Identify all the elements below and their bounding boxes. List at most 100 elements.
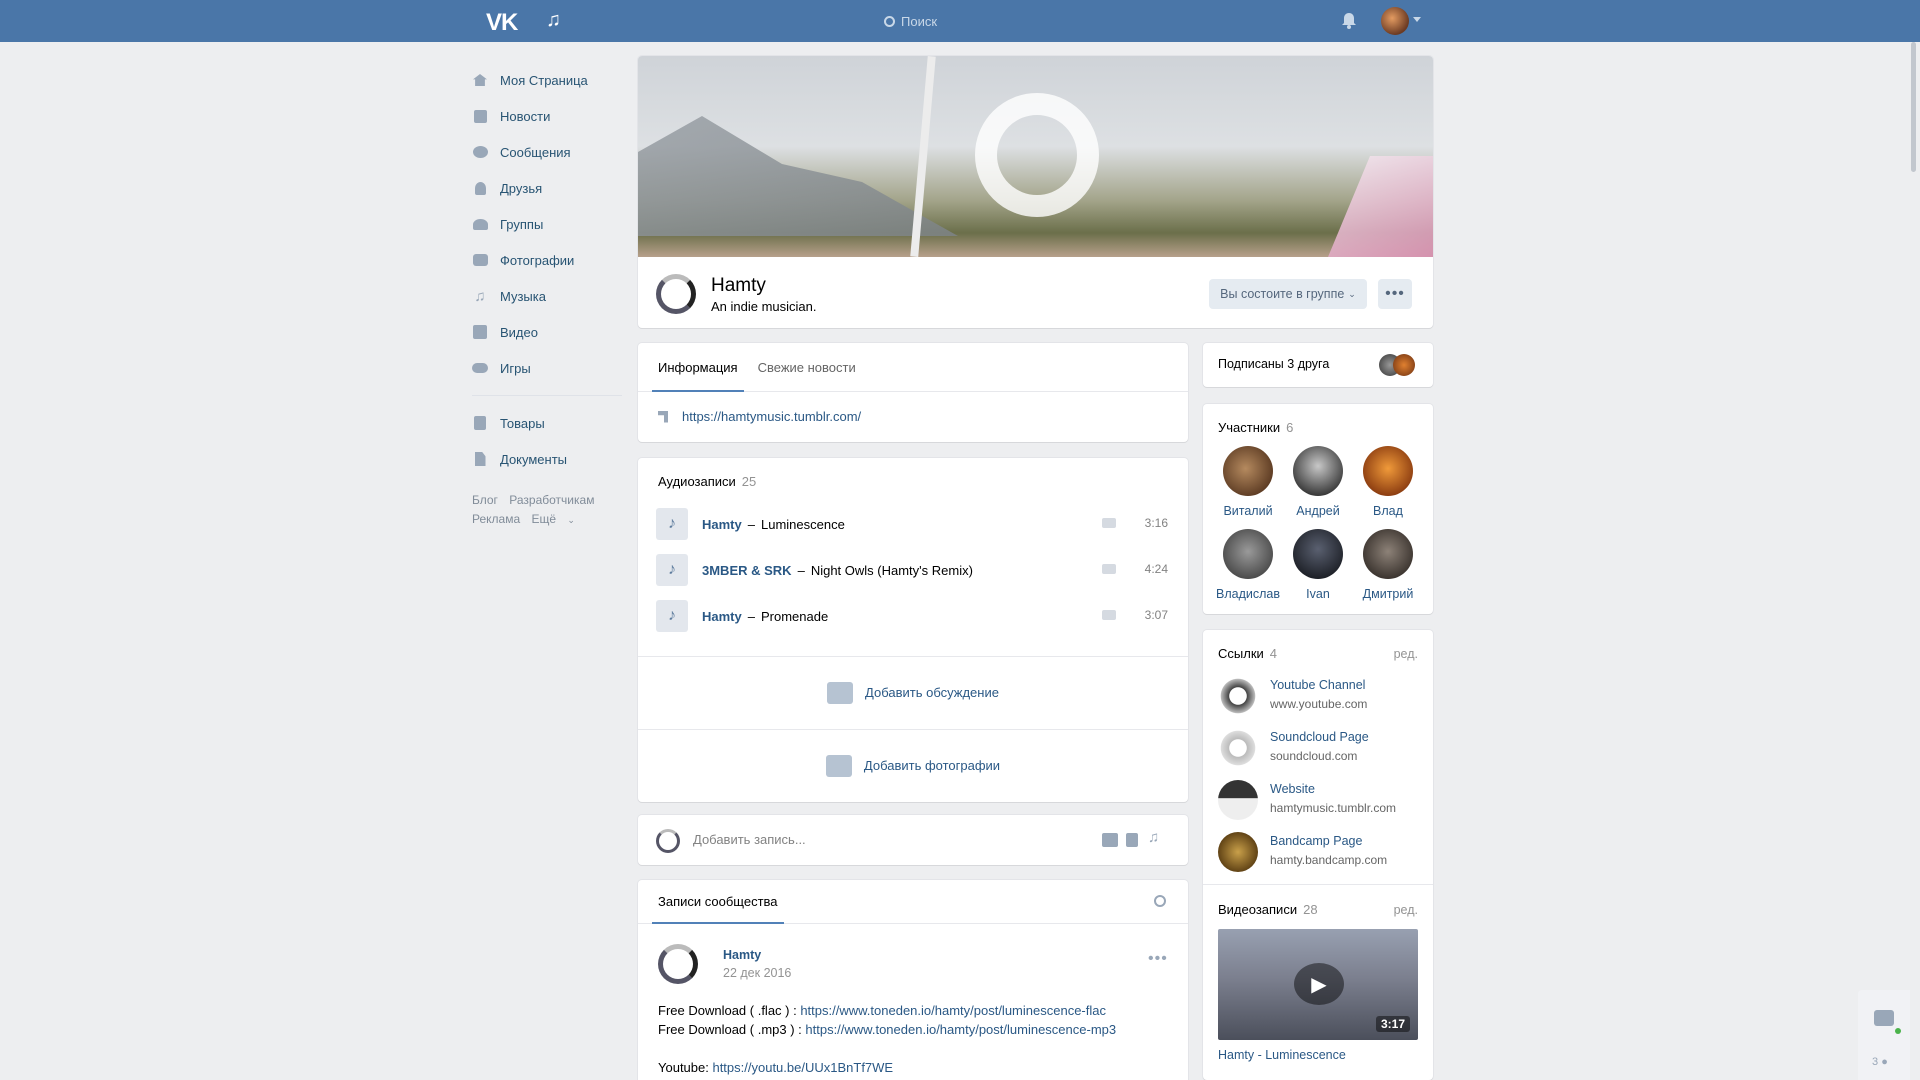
- avatar: [1363, 529, 1413, 579]
- sidebar-item-label: Музыка: [500, 288, 546, 304]
- page-scrollbar[interactable]: [1911, 42, 1916, 172]
- bell-icon[interactable]: [1341, 12, 1357, 29]
- add-photos-button[interactable]: Добавить фотографии: [638, 729, 1188, 801]
- post-date[interactable]: 22 дек 2016: [723, 966, 791, 980]
- post-link[interactable]: https://www.toneden.io/hamty/post/lumine…: [800, 1003, 1106, 1018]
- tab-community-posts[interactable]: Записи сообщества: [652, 880, 784, 924]
- member-item[interactable]: Виталий: [1213, 446, 1283, 518]
- tab-latest-news[interactable]: Свежие новости: [758, 343, 856, 391]
- video-icon[interactable]: [1126, 833, 1138, 847]
- group-avatar[interactable]: [656, 274, 696, 314]
- link-subtitle: hamty.bandcamp.com: [1270, 853, 1388, 867]
- music-note-icon[interactable]: ♪: [656, 508, 688, 540]
- link-subtitle: www.youtube.com: [1270, 697, 1368, 711]
- post-author-avatar[interactable]: [658, 944, 698, 984]
- track-artist[interactable]: 3MBER & SRK: [702, 563, 792, 578]
- music-icon[interactable]: ♫: [1148, 829, 1160, 846]
- membership-button[interactable]: Вы состоите в группе ⌄: [1209, 279, 1367, 309]
- videos-title: Видеозаписи: [1218, 902, 1298, 917]
- footer-link-more[interactable]: Ещё ⌄: [531, 512, 582, 526]
- document-icon: [472, 452, 488, 466]
- friends-online-widget[interactable]: 3 ●: [1858, 990, 1910, 1080]
- website-link[interactable]: https://hamtymusic.tumblr.com/: [682, 409, 861, 424]
- track-artist[interactable]: Hamty: [702, 609, 742, 624]
- audio-track[interactable]: ♪ Hamty – Promenade 3:07: [656, 598, 1168, 634]
- audio-track[interactable]: ♪ 3MBER & SRK – Night Owls (Hamty's Remi…: [656, 552, 1168, 588]
- member-item[interactable]: Андрей: [1283, 446, 1353, 518]
- vk-logo[interactable]: VK: [486, 9, 518, 37]
- music-note-icon[interactable]: ♪: [656, 554, 688, 586]
- post-link[interactable]: https://youtu.be/UUx1BnTf7WE: [712, 1060, 893, 1075]
- music-note-icon[interactable]: ♪: [656, 600, 688, 632]
- hq-icon: [1102, 564, 1116, 574]
- avatar: [1293, 446, 1343, 496]
- tab-information[interactable]: Информация: [652, 343, 744, 392]
- video-title[interactable]: Hamty - Luminescence: [1218, 1048, 1346, 1062]
- online-friends-count: 3 ●: [1872, 1056, 1888, 1068]
- sidebar-item-my-page[interactable]: Моя Страница: [472, 62, 622, 98]
- avatar: [1223, 529, 1273, 579]
- link-title[interactable]: Youtube Channel: [1270, 678, 1365, 692]
- link-title[interactable]: Soundcloud Page: [1270, 730, 1369, 744]
- sidebar-item-news[interactable]: Новости: [472, 98, 622, 134]
- friends-subscribed[interactable]: Подписаны 3 друга: [1203, 343, 1433, 387]
- sidebar-item-video[interactable]: Видео: [472, 314, 622, 350]
- sidebar-item-goods[interactable]: Товары: [472, 405, 622, 441]
- sidebar-item-messages[interactable]: Сообщения: [472, 134, 622, 170]
- audio-title: Аудиозаписи: [658, 474, 736, 489]
- user-avatar[interactable]: [1381, 7, 1409, 35]
- links-edit-link[interactable]: ред.: [1394, 647, 1418, 661]
- sidebar-item-label: Новости: [500, 108, 551, 124]
- sidebar-item-music[interactable]: ♫ Музыка: [472, 278, 622, 314]
- sidebar-item-label: Группы: [500, 216, 544, 232]
- chevron-down-icon[interactable]: [1413, 17, 1421, 22]
- sidebar-item-documents[interactable]: Документы: [472, 441, 622, 477]
- videos-edit-link[interactable]: ред.: [1394, 903, 1418, 917]
- audio-header[interactable]: Аудиозаписи 25: [658, 474, 756, 489]
- post-more-icon[interactable]: •••: [1148, 950, 1168, 968]
- sidebar-item-games[interactable]: Игры: [472, 350, 622, 386]
- footer-link-blog[interactable]: Блог: [472, 493, 498, 507]
- member-item[interactable]: Владислав: [1213, 529, 1283, 601]
- track-artist[interactable]: Hamty: [702, 517, 742, 532]
- post-link[interactable]: https://www.toneden.io/hamty/post/lumine…: [805, 1022, 1116, 1037]
- link-item[interactable]: Youtube Channel www.youtube.com: [1218, 674, 1418, 718]
- add-photos-label: Добавить фотографии: [863, 758, 1001, 773]
- post-author[interactable]: Hamty: [723, 948, 761, 962]
- member-item[interactable]: Влад: [1353, 446, 1423, 518]
- links-title: Ссылки: [1218, 646, 1264, 661]
- audio-track[interactable]: ♪ Hamty – Luminescence 3:16: [656, 506, 1168, 542]
- more-actions-button[interactable]: •••: [1378, 279, 1412, 309]
- gamepad-icon: [472, 361, 488, 375]
- videos-header[interactable]: Видеозаписи 28: [1218, 902, 1318, 917]
- video-thumbnail[interactable]: ▶ 3:17: [1218, 929, 1418, 1040]
- search-input[interactable]: Поиск: [874, 8, 1194, 34]
- link-title[interactable]: Bandcamp Page: [1270, 834, 1362, 848]
- link-item[interactable]: Website hamtymusic.tumblr.com: [1218, 778, 1418, 822]
- member-item[interactable]: Дмитрий: [1353, 529, 1423, 601]
- link-item[interactable]: Soundcloud Page soundcloud.com: [1218, 726, 1418, 770]
- link-title[interactable]: Website: [1270, 782, 1315, 796]
- footer-link-developers[interactable]: Разработчикам: [509, 493, 594, 507]
- sidebar-item-groups[interactable]: Группы: [472, 206, 622, 242]
- member-name: Дмитрий: [1362, 587, 1414, 601]
- link-item[interactable]: Bandcamp Page hamty.bandcamp.com: [1218, 830, 1418, 874]
- members-count: 6: [1286, 420, 1294, 435]
- link-arrow-icon: [658, 410, 668, 423]
- search-icon[interactable]: [1154, 895, 1166, 907]
- track-title: Night Owls (Hamty's Remix): [810, 562, 973, 578]
- member-item[interactable]: Ivan: [1283, 529, 1353, 601]
- composer-input[interactable]: Добавить запись...: [693, 832, 806, 847]
- play-icon[interactable]: ▶: [1294, 963, 1344, 1005]
- link-subtitle: hamtymusic.tumblr.com: [1270, 801, 1397, 815]
- members-header[interactable]: Участники 6: [1218, 420, 1293, 435]
- links-header[interactable]: Ссылки 4: [1218, 646, 1277, 661]
- add-discussion-button[interactable]: Добавить обсуждение: [638, 656, 1188, 728]
- music-icon[interactable]: ♫: [546, 9, 561, 32]
- camera-icon[interactable]: [1102, 833, 1118, 847]
- composer-avatar: [656, 829, 680, 853]
- sidebar-item-photos[interactable]: Фотографии: [472, 242, 622, 278]
- video-title-row: Hamty - Luminescence: [1218, 1048, 1418, 1068]
- footer-link-ads[interactable]: Реклама: [472, 512, 520, 526]
- sidebar-item-friends[interactable]: Друзья: [472, 170, 622, 206]
